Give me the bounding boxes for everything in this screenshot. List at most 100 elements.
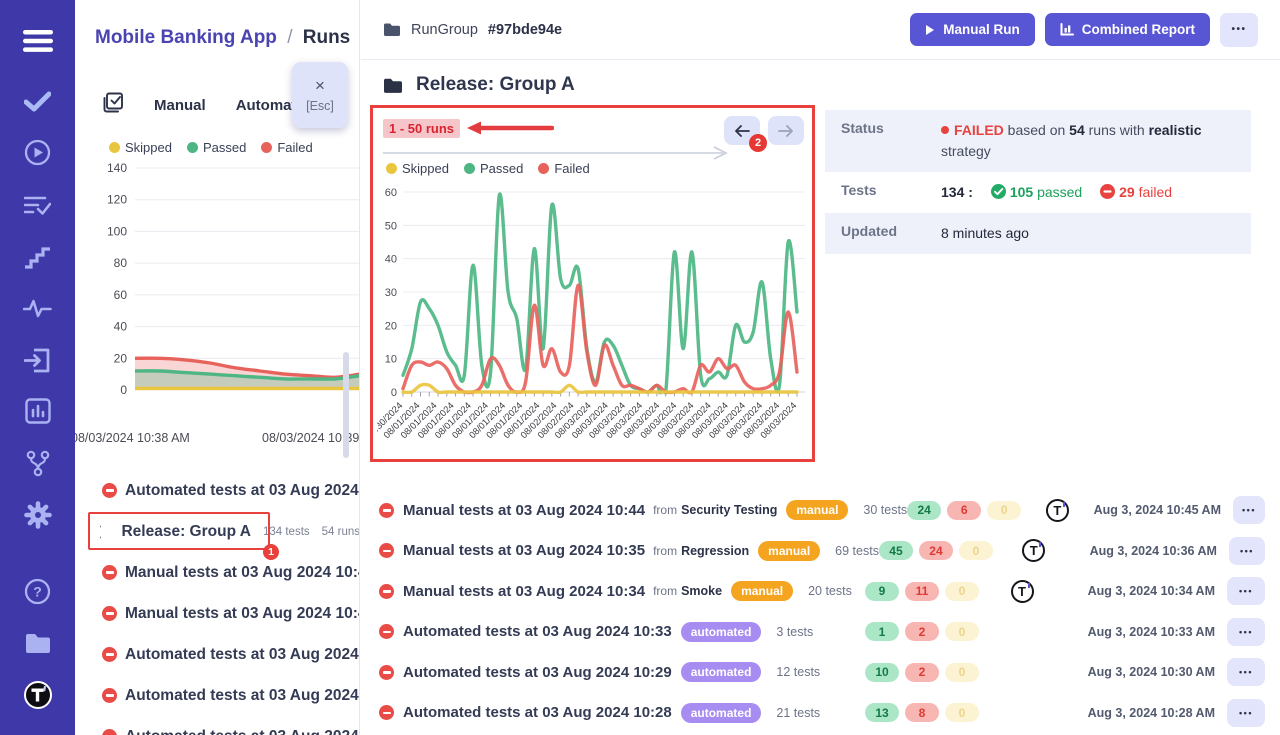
menu-icon[interactable] bbox=[0, 26, 75, 56]
run-title[interactable]: Automated tests at 03 Aug 2024 10:28 bbox=[403, 704, 672, 721]
run-title[interactable]: Automated tests at 03 Aug 2024 10:33 bbox=[403, 623, 672, 640]
steps-icon[interactable] bbox=[0, 242, 75, 272]
play-icon bbox=[925, 24, 935, 36]
run-group-id: #97bde94e bbox=[488, 22, 562, 38]
failed-status-icon bbox=[379, 624, 394, 639]
user-avatar[interactable]: T bbox=[1022, 539, 1045, 562]
left-runs-list: Automated tests at 03 Aug 2024 10:4 Rele… bbox=[75, 470, 360, 735]
svg-text:20: 20 bbox=[385, 320, 397, 332]
row-menu-button[interactable]: ••• bbox=[1229, 537, 1265, 565]
run-title[interactable]: Automated tests at 03 Aug 2024 10:29 bbox=[403, 664, 672, 681]
run-source[interactable]: Regression bbox=[681, 544, 749, 558]
run-list-item[interactable]: Manual tests at 03 Aug 2024 10:42 bbox=[75, 593, 360, 634]
arrow-right-icon bbox=[778, 125, 794, 137]
run-row[interactable]: Manual tests at 03 Aug 2024 10:35from Re… bbox=[371, 531, 1271, 572]
result-chips: 24 6 0 bbox=[907, 501, 1021, 520]
combined-report-button[interactable]: Combined Report bbox=[1045, 13, 1210, 46]
failed-chip: 6 bbox=[947, 501, 981, 520]
status-panel: Status FAILED based on 54 runs with real… bbox=[825, 110, 1251, 254]
skipped-chip: 0 bbox=[945, 622, 979, 641]
check-icon[interactable] bbox=[0, 86, 75, 116]
run-type-badge: automated bbox=[681, 622, 762, 642]
run-row[interactable]: Manual tests at 03 Aug 2024 10:44from Se… bbox=[371, 490, 1271, 531]
run-title[interactable]: Manual tests at 03 Aug 2024 10:44 bbox=[403, 502, 645, 519]
run-title[interactable]: Manual tests at 03 Aug 2024 10:34 bbox=[403, 583, 645, 600]
help-icon[interactable]: ? bbox=[0, 576, 75, 606]
breadcrumb-project[interactable]: Mobile Banking App bbox=[95, 27, 277, 48]
result-chips: 13 8 0 bbox=[865, 703, 979, 722]
run-list-item[interactable]: Automated tests at 03 Aug 2024 10:4 bbox=[75, 634, 360, 675]
row-menu-button[interactable]: ••• bbox=[1227, 658, 1265, 686]
folder-icon[interactable] bbox=[0, 628, 75, 658]
activity-icon[interactable] bbox=[0, 293, 75, 323]
run-title[interactable]: Automated tests at 03 Aug 2024 1 bbox=[125, 728, 360, 735]
run-group-item[interactable]: Release: Group A 134 tests 54 runs 1 bbox=[75, 511, 360, 552]
app-logo[interactable] bbox=[0, 680, 75, 710]
esc-close-card[interactable]: × [Esc] bbox=[292, 62, 348, 128]
run-tests-count: 30 tests bbox=[863, 503, 907, 517]
chart-pagination: 2 bbox=[724, 116, 804, 145]
passed-chip: 10 bbox=[865, 663, 899, 682]
run-title[interactable]: Automated tests at 03 Aug 2024 10:4 bbox=[125, 646, 360, 664]
user-avatar[interactable]: T bbox=[1046, 499, 1069, 522]
legend-item-skipped: Skipped bbox=[109, 140, 172, 155]
run-group-title[interactable]: Release: Group A bbox=[121, 523, 251, 541]
failed-chip: 8 bbox=[905, 703, 939, 722]
run-source[interactable]: Security Testing bbox=[681, 503, 777, 517]
run-row[interactable]: Automated tests at 03 Aug 2024 10:28auto… bbox=[371, 693, 1271, 734]
failed-status-icon bbox=[379, 543, 394, 558]
next-page-button[interactable] bbox=[768, 116, 804, 145]
run-row[interactable]: Automated tests at 03 Aug 2024 10:29 auto… bbox=[371, 652, 1271, 693]
run-type-badge: automated bbox=[681, 662, 762, 682]
row-menu-button[interactable]: ••• bbox=[1227, 618, 1265, 646]
skipped-chip: 0 bbox=[945, 582, 979, 601]
legend-dot bbox=[187, 142, 198, 153]
run-title[interactable]: Automated tests at 03 Aug 2024 10:4 bbox=[125, 482, 360, 500]
git-branch-icon[interactable] bbox=[0, 448, 75, 478]
prev-page-button[interactable]: 2 bbox=[724, 116, 760, 145]
svg-text:140: 140 bbox=[107, 161, 127, 175]
passed-chip: 9 bbox=[865, 582, 899, 601]
svg-text:60: 60 bbox=[385, 187, 397, 199]
legend-dot bbox=[261, 142, 272, 153]
manual-run-button[interactable]: Manual Run bbox=[910, 13, 1035, 46]
result-chips: 45 24 0 bbox=[879, 541, 993, 560]
close-icon[interactable]: × bbox=[315, 77, 325, 94]
log-in-icon[interactable] bbox=[0, 345, 75, 375]
run-type-badge: manual bbox=[758, 541, 820, 561]
row-menu-button[interactable]: ••• bbox=[1227, 699, 1265, 727]
run-from-label: from bbox=[653, 584, 677, 598]
failed-status-icon bbox=[102, 688, 117, 703]
run-list-item[interactable]: Automated tests at 03 Aug 2024 10:4 bbox=[75, 675, 360, 716]
passed-chip: 24 bbox=[907, 501, 941, 520]
svg-text:80: 80 bbox=[114, 256, 128, 270]
play-circle-icon[interactable] bbox=[0, 137, 75, 167]
settings-gear-icon[interactable] bbox=[0, 500, 75, 530]
legend-item-passed: Passed bbox=[187, 140, 246, 155]
run-title[interactable]: Manual tests at 03 Aug 2024 10:43 bbox=[125, 564, 360, 582]
breadcrumb: Mobile Banking App / Runs bbox=[95, 27, 350, 49]
user-avatar[interactable]: T bbox=[1011, 580, 1034, 603]
run-title[interactable]: Manual tests at 03 Aug 2024 10:42 bbox=[125, 605, 360, 623]
run-group-tests-meta: 134 tests bbox=[263, 526, 310, 538]
run-row[interactable]: Manual tests at 03 Aug 2024 10:34 from Sm… bbox=[371, 571, 1271, 612]
run-tests-count: 20 tests bbox=[808, 584, 852, 598]
row-menu-button[interactable]: ••• bbox=[1233, 496, 1265, 524]
tab-manual[interactable]: Manual bbox=[154, 97, 206, 114]
run-title[interactable]: Manual tests at 03 Aug 2024 10:35 bbox=[403, 542, 645, 559]
status-value: FAILED based on 54 runs with realistic s… bbox=[941, 120, 1235, 162]
run-list-item[interactable]: Manual tests at 03 Aug 2024 10:43 bbox=[75, 552, 360, 593]
run-list-item[interactable]: Automated tests at 03 Aug 2024 10:4 bbox=[75, 470, 360, 511]
topbar-more-button[interactable]: ••• bbox=[1220, 13, 1258, 47]
run-row[interactable]: Automated tests at 03 Aug 2024 10:33 auto… bbox=[371, 612, 1271, 653]
run-list-item[interactable]: Automated tests at 03 Aug 2024 1 bbox=[75, 716, 360, 735]
panel-scrollbar[interactable] bbox=[343, 352, 349, 458]
bar-chart-icon[interactable] bbox=[0, 396, 75, 426]
list-check-icon[interactable] bbox=[0, 190, 75, 220]
checklist-icon[interactable] bbox=[103, 92, 124, 118]
run-title[interactable]: Automated tests at 03 Aug 2024 10:4 bbox=[125, 687, 360, 705]
run-source[interactable]: Smoke bbox=[681, 584, 722, 598]
row-menu-button[interactable]: ••• bbox=[1227, 577, 1265, 605]
runs-tabs: Manual Automated bbox=[103, 92, 314, 118]
failed-status-icon bbox=[102, 483, 117, 498]
